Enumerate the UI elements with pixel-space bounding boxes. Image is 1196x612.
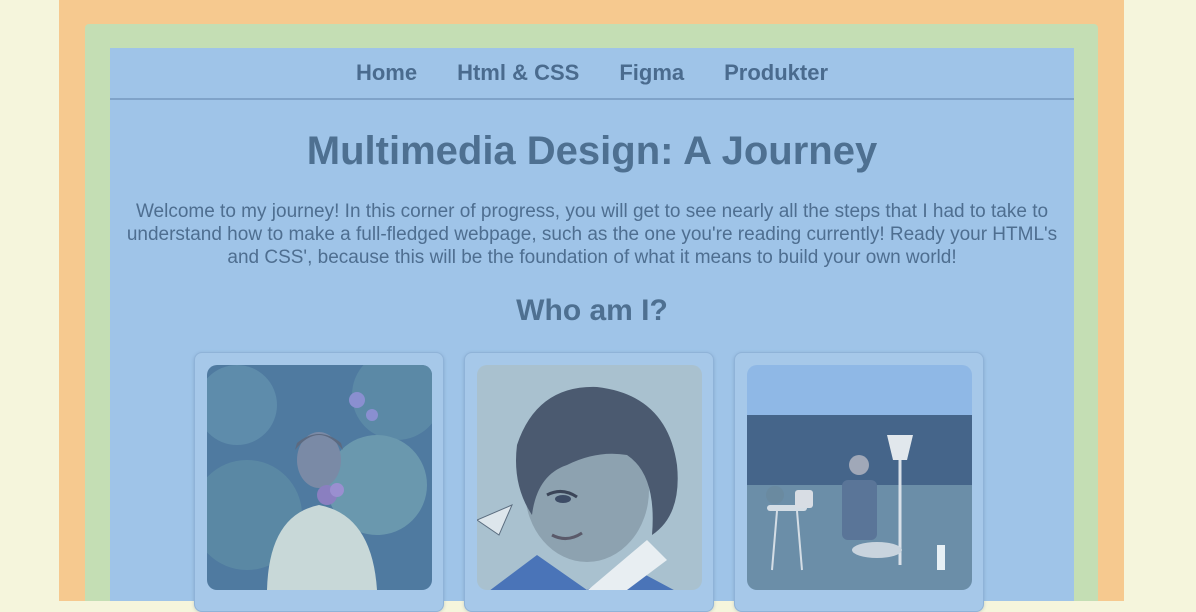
nav-home[interactable]: Home xyxy=(356,60,417,86)
nav-produkter[interactable]: Produkter xyxy=(724,60,828,86)
section-heading: Who am I? xyxy=(516,294,668,327)
profile-card xyxy=(194,352,444,612)
main-nav: Home Html & CSS Figma Produkter xyxy=(110,48,1074,100)
profile-card xyxy=(734,352,984,612)
page-title: Multimedia Design: A Journey xyxy=(306,129,878,173)
nav-figma[interactable]: Figma xyxy=(619,60,684,86)
intro-paragraph: Welcome to my journey! In this corner of… xyxy=(126,201,1058,268)
photo-person-with-flowers xyxy=(207,365,432,590)
nav-html-css[interactable]: Html & CSS xyxy=(457,60,579,86)
profile-cards xyxy=(194,352,984,612)
photo-person-in-garden-chair xyxy=(747,365,972,590)
profile-card xyxy=(464,352,714,612)
illustration-portrait xyxy=(477,365,702,590)
content-panel: Home Html & CSS Figma Produkter Multimed… xyxy=(110,48,1074,612)
